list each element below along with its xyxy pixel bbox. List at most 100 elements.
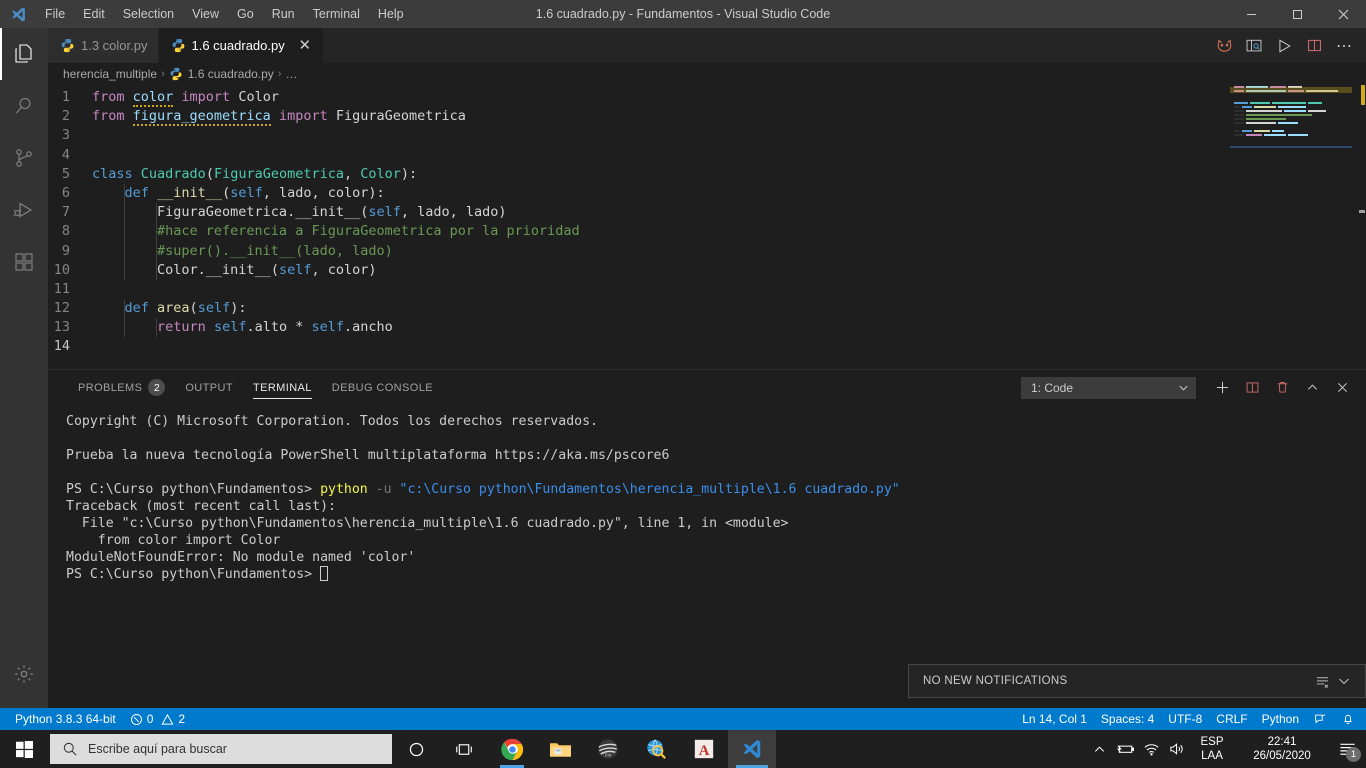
chevron-up-icon[interactable]: [1086, 730, 1112, 768]
breadcrumb-symbols[interactable]: …: [285, 67, 297, 81]
code-token: __init__: [157, 184, 223, 201]
minimize-button[interactable]: [1228, 0, 1274, 28]
action-center-button[interactable]: 1: [1330, 730, 1364, 768]
breadcrumb-file[interactable]: 1.6 cuadrado.py: [188, 67, 274, 81]
terminal-text: PS C:\Curso python\Fundamentos>: [66, 567, 321, 582]
status-cursor-position[interactable]: Ln 14, Col 1: [1015, 708, 1094, 730]
code-text: from figura_geometrica import FiguraGeom…: [92, 107, 466, 127]
open-preview-icon[interactable]: [1240, 32, 1268, 60]
menu-view[interactable]: View: [183, 0, 228, 28]
new-terminal-icon[interactable]: [1208, 374, 1236, 402]
status-language-mode[interactable]: Python: [1255, 708, 1306, 730]
clear-all-notifications-icon[interactable]: [1311, 670, 1333, 692]
menu-help[interactable]: Help: [369, 0, 413, 28]
code-line[interactable]: 9 #super().__init__(lado, lado): [48, 241, 1366, 261]
taskbar-item-visual-studio-code[interactable]: [728, 730, 776, 768]
clock[interactable]: 22:41 26/05/2020: [1234, 735, 1330, 763]
split-terminal-icon[interactable]: [1238, 374, 1266, 402]
status-eol[interactable]: CRLF: [1209, 708, 1254, 730]
minimap-token: [1278, 122, 1298, 124]
more-actions-icon[interactable]: ⋯: [1330, 32, 1358, 60]
volume-icon[interactable]: [1164, 730, 1190, 768]
code-line[interactable]: 1 from color import Color: [48, 88, 1366, 107]
terminal-selector-dropdown[interactable]: 1: Code: [1021, 376, 1196, 399]
code-lines-container: 1 from color import Color 2 from figura_geo…: [48, 85, 1366, 357]
wifi-icon[interactable]: [1138, 730, 1164, 768]
activitybar-item-search[interactable]: [0, 80, 48, 132]
kill-terminal-icon[interactable]: [1268, 374, 1296, 402]
menu-edit[interactable]: Edit: [74, 0, 114, 28]
activitybar-item-run-and-debug[interactable]: [0, 184, 48, 236]
menu-go[interactable]: Go: [228, 0, 263, 28]
taskbar-item-search-globe-app[interactable]: [632, 730, 680, 768]
system-tray: ESP LAA 22:41 26/05/2020 1: [1086, 730, 1366, 768]
status-bar: Python 3.8.3 64-bit 0 2 Ln 14, Col 1 Spa…: [0, 708, 1366, 730]
split-editor-icon[interactable]: [1300, 32, 1328, 60]
panel-tab-bar: PROBLEMS 2 OUTPUT TERMINAL DEBUG CONSOLE…: [48, 370, 1366, 405]
code-line[interactable]: 7 FiguraGeometrica.__init__(self, lado, …: [48, 203, 1366, 223]
panel-tab-problems[interactable]: PROBLEMS 2: [68, 370, 175, 405]
run-python-file-icon[interactable]: [1270, 32, 1298, 60]
menu-terminal[interactable]: Terminal: [304, 0, 369, 28]
panel-tab-terminal[interactable]: TERMINAL: [243, 370, 322, 405]
language-bottom: LAA: [1201, 750, 1223, 762]
code-line[interactable]: 12 def area(self):: [48, 299, 1366, 319]
status-indentation[interactable]: Spaces: 4: [1094, 708, 1161, 730]
minimap-token: [1272, 130, 1284, 132]
line-number: 7: [61, 204, 70, 221]
code-line[interactable]: 10 Color.__init__(self, color): [48, 260, 1366, 280]
code-line[interactable]: 4: [48, 146, 1366, 165]
battery-icon[interactable]: [1112, 730, 1138, 768]
gitlens-cat-icon[interactable]: [1210, 32, 1238, 60]
status-notifications-bell[interactable]: [1334, 708, 1362, 730]
taskbar-item-cortana[interactable]: [392, 730, 440, 768]
taskbar-item-autocad[interactable]: A: [680, 730, 728, 768]
activitybar-item-settings[interactable]: [0, 648, 48, 700]
code-line[interactable]: 13 return self.alto * self.ancho: [48, 318, 1366, 338]
taskbar-search-box[interactable]: Escribe aquí para buscar: [50, 734, 392, 764]
code-line[interactable]: 14: [48, 337, 1366, 356]
panel-tab-debug-console[interactable]: DEBUG CONSOLE: [322, 370, 443, 405]
activity-bar: [0, 28, 48, 708]
line-number: 11: [53, 280, 70, 297]
tab-close-icon[interactable]: ✕: [297, 38, 313, 53]
menu-selection[interactable]: Selection: [114, 0, 183, 28]
activitybar-item-explorer[interactable]: [0, 28, 48, 80]
tab-1-3-color-py[interactable]: 1.3 color.py: [48, 28, 159, 63]
maximize-button[interactable]: [1274, 0, 1320, 28]
code-line[interactable]: 8 #hace referencia a FiguraGeometrica po…: [48, 222, 1366, 242]
terminal-output[interactable]: Copyright (C) Microsoft Corporation. Tod…: [48, 405, 1366, 583]
code-line[interactable]: 3: [48, 126, 1366, 145]
taskbar-item-google-chrome[interactable]: [488, 730, 536, 768]
menu-run[interactable]: Run: [263, 0, 304, 28]
taskbar-item-task-view[interactable]: [440, 730, 488, 768]
windows-start-icon[interactable]: [0, 730, 48, 768]
tab-1-6-cuadrado-py[interactable]: 1.6 cuadrado.py ✕: [158, 28, 324, 63]
activitybar-item-extensions[interactable]: [0, 236, 48, 288]
status-problems[interactable]: 0 2: [123, 708, 192, 730]
language-indicator[interactable]: ESP LAA: [1190, 735, 1234, 763]
code-line[interactable]: 6 def __init__(self, lado, color):: [48, 183, 1366, 204]
status-encoding[interactable]: UTF-8: [1161, 708, 1209, 730]
code-line[interactable]: 2 from figura_geometrica import FiguraGeo…: [48, 107, 1366, 127]
minimap[interactable]: [1230, 85, 1352, 367]
minimap-token: [1246, 134, 1262, 136]
panel-tab-output[interactable]: OUTPUT: [175, 370, 243, 405]
taskbar-item-dark-app[interactable]: Fm: [584, 730, 632, 768]
menu-file[interactable]: File: [36, 0, 74, 28]
close-panel-icon[interactable]: [1328, 374, 1356, 402]
maximize-panel-icon[interactable]: [1298, 374, 1326, 402]
code-editor[interactable]: 1 from color import Color 2 from figura_geo…: [48, 85, 1366, 367]
breadcrumb-folder[interactable]: herencia_multiple: [63, 67, 157, 81]
taskbar-item-file-explorer[interactable]: [536, 730, 584, 768]
activitybar-item-source-control[interactable]: [0, 132, 48, 184]
chevron-down-icon[interactable]: [1333, 670, 1355, 692]
close-button[interactable]: [1320, 0, 1366, 28]
minimap-token: [1246, 114, 1312, 116]
code-line[interactable]: 11: [48, 280, 1366, 299]
title-bar: File Edit Selection View Go Run Terminal…: [0, 0, 1366, 28]
code-line[interactable]: 5 class Cuadrado(FiguraGeometrica, Color)…: [48, 165, 1366, 184]
status-python-interpreter[interactable]: Python 3.8.3 64-bit: [8, 708, 123, 730]
editor-vertical-scrollbar[interactable]: [1352, 85, 1366, 367]
status-feedback-button[interactable]: [1306, 708, 1334, 730]
